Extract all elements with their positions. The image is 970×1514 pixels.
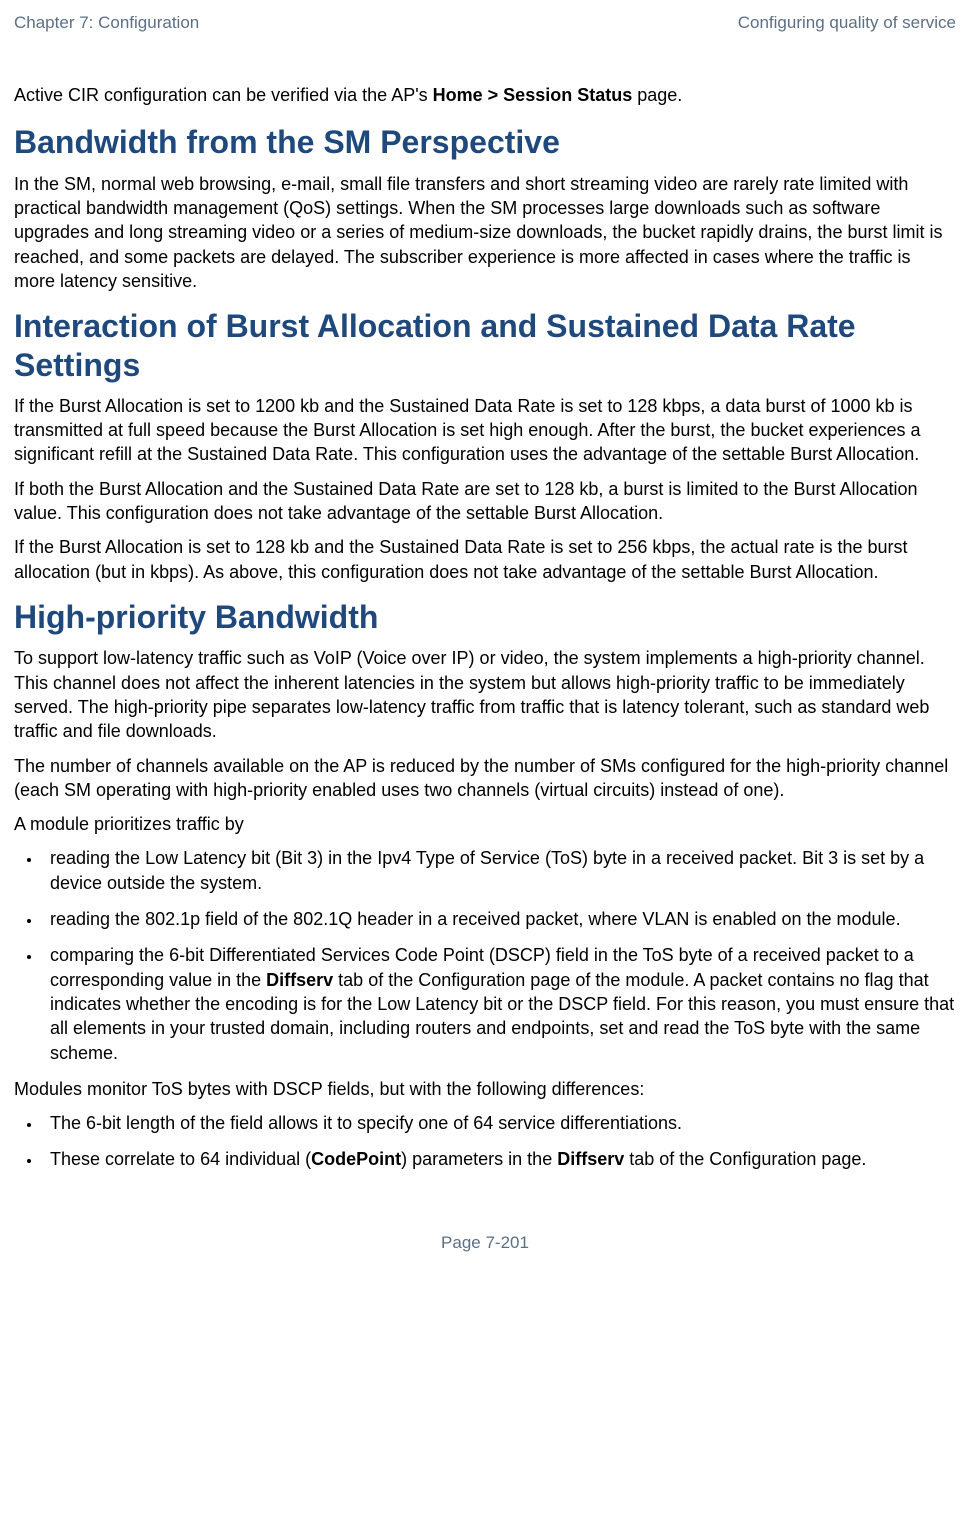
heading-interaction: Interaction of Burst Allocation and Sust… — [14, 307, 956, 384]
li-text: These correlate to 64 individual ( — [50, 1149, 311, 1169]
li-text: ) parameters in the — [401, 1149, 557, 1169]
heading-bandwidth-sm: Bandwidth from the SM Perspective — [14, 123, 956, 161]
li-bold: CodePoint — [311, 1149, 401, 1169]
header-left: Chapter 7: Configuration — [14, 12, 199, 35]
para-hp-a: To support low-latency traffic such as V… — [14, 646, 956, 743]
list-differences: The 6-bit length of the field allows it … — [14, 1111, 956, 1172]
list-item: The 6-bit length of the field allows it … — [42, 1111, 956, 1135]
para-interaction-b: If both the Burst Allocation and the Sus… — [14, 477, 956, 526]
heading-high-priority: High-priority Bandwidth — [14, 598, 956, 636]
para-hp-b: The number of channels available on the … — [14, 754, 956, 803]
li-bold: Diffserv — [266, 970, 333, 990]
header-right: Configuring quality of service — [738, 12, 956, 35]
para-hp-d: Modules monitor ToS bytes with DSCP fiel… — [14, 1077, 956, 1101]
list-item: reading the Low Latency bit (Bit 3) in t… — [42, 846, 956, 895]
para-hp-c: A module prioritizes traffic by — [14, 812, 956, 836]
para-bandwidth-sm: In the SM, normal web browsing, e-mail, … — [14, 172, 956, 293]
para-interaction-c: If the Burst Allocation is set to 128 kb… — [14, 535, 956, 584]
intro-paragraph: Active CIR configuration can be verified… — [14, 83, 956, 107]
list-item: reading the 802.1p field of the 802.1Q h… — [42, 907, 956, 931]
list-item: comparing the 6-bit Differentiated Servi… — [42, 943, 956, 1064]
para-interaction-a: If the Burst Allocation is set to 1200 k… — [14, 394, 956, 467]
li-text: tab of the Configuration page. — [624, 1149, 866, 1169]
page-header: Chapter 7: Configuration Configuring qua… — [14, 0, 956, 71]
list-item: These correlate to 64 individual (CodePo… — [42, 1147, 956, 1171]
intro-pre: Active CIR configuration can be verified… — [14, 85, 433, 105]
page-footer: Page 7-201 — [14, 1232, 956, 1255]
li-bold: Diffserv — [557, 1149, 624, 1169]
intro-post: page. — [632, 85, 682, 105]
intro-bold: Home > Session Status — [433, 85, 633, 105]
list-prioritize: reading the Low Latency bit (Bit 3) in t… — [14, 846, 956, 1064]
